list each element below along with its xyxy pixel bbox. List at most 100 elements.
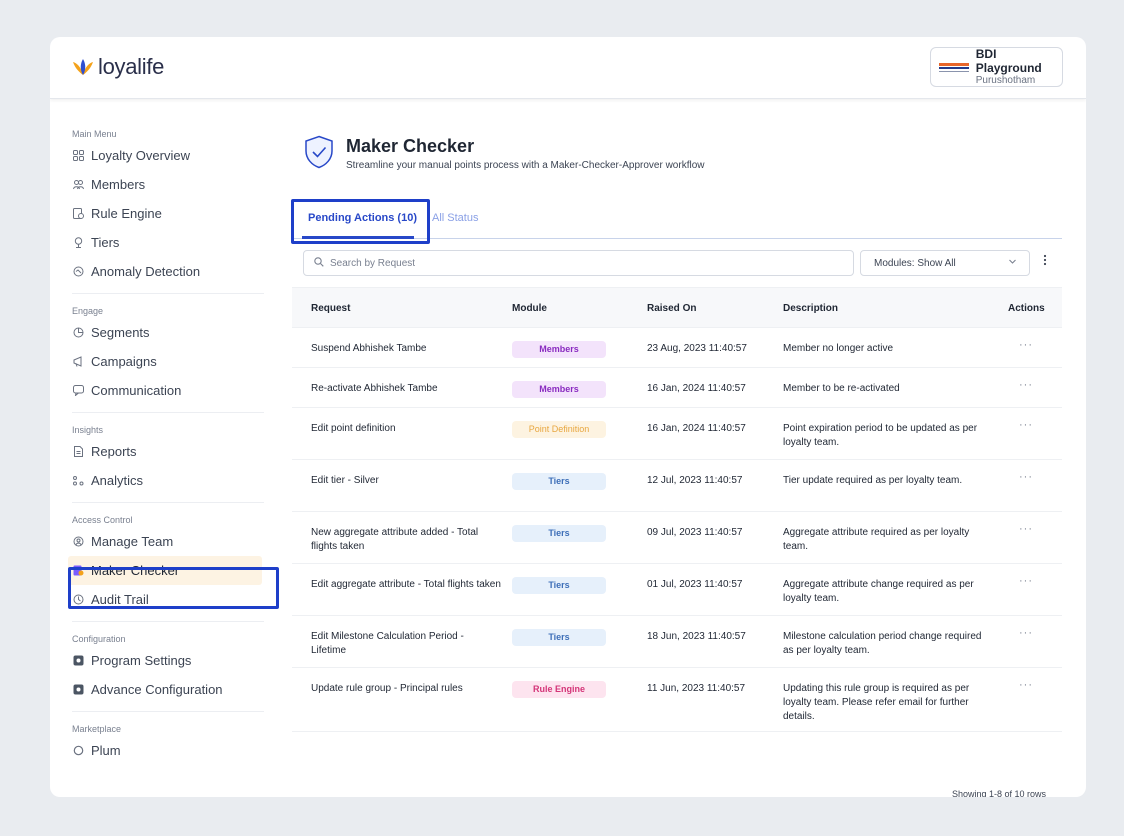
sidebar-item-tiers[interactable]: Tiers (72, 228, 287, 257)
sidebar-item-segments[interactable]: Segments (72, 318, 287, 347)
cell-module: Tiers (512, 525, 606, 542)
column-header-module[interactable]: Module (512, 303, 547, 314)
sidebar-item-campaigns[interactable]: Campaigns (72, 347, 287, 376)
table-row[interactable]: Edit point definition Point Definition 1… (292, 408, 1062, 460)
settings-icon (72, 683, 85, 696)
members-icon (72, 178, 85, 191)
segments-icon (72, 326, 85, 339)
org-user: Purushotham (975, 75, 1036, 86)
sidebar-section-title: Engage (72, 306, 104, 316)
sidebar-section-title: Insights (72, 425, 104, 435)
trophy-icon (72, 236, 85, 249)
sidebar-item-label: Manage Team (91, 534, 174, 549)
table-row[interactable]: Re-activate Abhishek Tambe Members 16 Ja… (292, 368, 1062, 408)
sidebar-section-title: Main Menu (72, 129, 117, 139)
module-badge: Tiers (512, 473, 606, 490)
sidebar-section-title: Configuration (72, 634, 126, 644)
sidebar-item-analytics[interactable]: Analytics (72, 466, 287, 495)
search-input[interactable]: Search by Request (303, 250, 854, 276)
sidebar-item-label: Loyalty Overview (91, 148, 190, 163)
cell-raised-on: 01 Jul, 2023 11:40:57 (647, 579, 743, 590)
cell-module: Members (512, 381, 606, 398)
sidebar: Main Menu Loyalty Overview Members Rule … (68, 127, 287, 765)
row-actions-icon[interactable]: ··· (1019, 418, 1033, 432)
sidebar-divider (72, 502, 264, 503)
brand-logo[interactable]: loyalife (72, 54, 164, 80)
sidebar-item-label: Tiers (91, 235, 120, 250)
table-row[interactable]: Edit tier - Silver Tiers 12 Jul, 2023 11… (292, 460, 1062, 512)
cell-module: Tiers (512, 577, 606, 594)
brand-name: loyalife (98, 54, 165, 79)
sidebar-item-program-settings[interactable]: Program Settings (72, 646, 287, 675)
module-badge: Members (512, 341, 606, 358)
cell-description: Member to be re-activated (783, 383, 900, 394)
module-badge: Point Definition (512, 421, 606, 438)
shield-check-icon (305, 135, 333, 169)
cell-request: Edit Milestone Calculation Period - Life… (311, 631, 464, 656)
row-actions-icon[interactable]: ··· (1019, 522, 1033, 536)
modules-filter-label: Modules: Show All (874, 257, 956, 269)
table-row[interactable]: Update rule group - Principal rules Rule… (292, 668, 1062, 732)
row-actions-icon[interactable]: ··· (1019, 378, 1033, 392)
column-header-description[interactable]: Description (783, 303, 983, 314)
cell-raised-on: 11 Jun, 2023 11:40:57 (647, 683, 746, 694)
page-subtitle: Streamline your manual points process wi… (346, 160, 705, 171)
sidebar-item-label: Communication (91, 383, 182, 398)
table-row[interactable]: New aggregate attribute added - Total fl… (292, 512, 1062, 564)
search-icon (314, 256, 324, 270)
cell-description: Milestone calculation period change requ… (783, 631, 982, 656)
row-actions-icon[interactable]: ··· (1019, 626, 1033, 640)
sidebar-item-anomaly-detection[interactable]: Anomaly Detection (72, 257, 287, 286)
sidebar-divider (72, 621, 264, 622)
cell-raised-on: 16 Jan, 2024 11:40:57 (647, 383, 746, 394)
cell-request: Update rule group - Principal rules (311, 683, 463, 694)
sidebar-item-label: Members (91, 177, 146, 192)
team-icon (72, 535, 85, 548)
cell-description: Aggregate attribute change required as p… (783, 579, 974, 604)
more-options-icon[interactable] (1043, 254, 1047, 267)
org-switcher[interactable]: BDI Playground Purushotham (930, 47, 1063, 87)
row-actions-icon[interactable]: ··· (1019, 470, 1033, 484)
module-badge: Tiers (512, 629, 606, 646)
table-row[interactable]: Edit aggregate attribute - Total flights… (292, 564, 1062, 616)
cell-description: Tier update required as per loyalty team… (783, 475, 963, 486)
sidebar-item-label: Reports (91, 444, 137, 459)
column-header-request[interactable]: Request (311, 303, 501, 314)
cell-request: Edit tier - Silver (311, 475, 379, 486)
cell-raised-on: 18 Jun, 2023 11:40:57 (647, 631, 746, 642)
sidebar-item-loyalty-overview[interactable]: Loyalty Overview (72, 141, 287, 170)
sidebar-item-reports[interactable]: Reports (72, 437, 287, 466)
sidebar-item-communication[interactable]: Communication (72, 376, 287, 405)
sidebar-item-members[interactable]: Members (72, 170, 287, 199)
top-bar: loyalife BDI Playground Purushotham (50, 37, 1086, 99)
sidebar-item-plum[interactable]: Plum (72, 736, 287, 765)
row-actions-icon[interactable]: ··· (1019, 338, 1033, 352)
pending-tab-highlight (291, 199, 430, 244)
table-row[interactable]: Edit Milestone Calculation Period - Life… (292, 616, 1062, 668)
sidebar-item-manage-team[interactable]: Manage Team (72, 527, 287, 556)
sidebar-item-rule-engine[interactable]: Rule Engine (72, 199, 287, 228)
plum-icon (72, 744, 85, 757)
chevron-down-icon (1008, 257, 1017, 268)
module-badge: Tiers (512, 577, 606, 594)
sidebar-item-label: Campaigns (91, 354, 157, 369)
column-header-raised-on[interactable]: Raised On (647, 303, 696, 314)
sidebar-item-advance-configuration[interactable]: Advance Configuration (72, 675, 287, 704)
org-name: BDI Playground (975, 47, 1042, 75)
table-row[interactable]: Suspend Abhishek Tambe Members 23 Aug, 2… (292, 328, 1062, 368)
sidebar-item-label: Program Settings (91, 653, 192, 668)
campaign-icon (72, 355, 85, 368)
tab-all-status[interactable]: All Status (432, 212, 478, 224)
sidebar-item-label: Rule Engine (91, 206, 162, 221)
sidebar-section-title: Access Control (72, 515, 133, 525)
row-actions-icon[interactable]: ··· (1019, 574, 1033, 588)
cell-request: Edit aggregate attribute - Total flights… (311, 579, 501, 590)
cell-request: Suspend Abhishek Tambe (311, 343, 427, 354)
cell-request: New aggregate attribute added - Total fl… (311, 527, 479, 552)
sidebar-item-label: Analytics (91, 473, 144, 488)
cell-raised-on: 16 Jan, 2024 11:40:57 (647, 423, 746, 434)
org-logo-icon (939, 60, 969, 74)
modules-filter-select[interactable]: Modules: Show All (860, 250, 1030, 276)
module-badge: Rule Engine (512, 681, 606, 698)
row-actions-icon[interactable]: ··· (1019, 678, 1033, 692)
